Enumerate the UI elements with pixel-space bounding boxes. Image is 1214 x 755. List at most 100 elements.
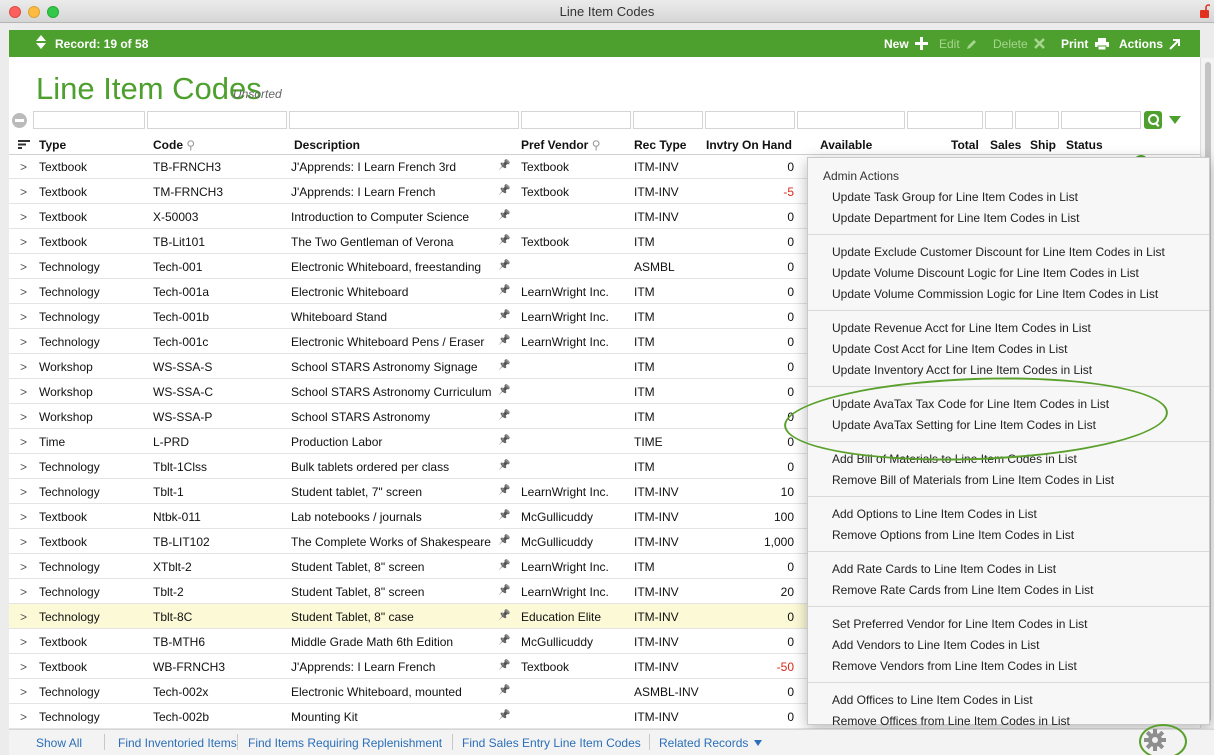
filter-total-field[interactable] xyxy=(907,111,983,129)
gear-icon[interactable] xyxy=(1140,726,1170,754)
filter-ship-field[interactable] xyxy=(1015,111,1059,129)
pin-icon[interactable]: 📌 xyxy=(498,360,510,371)
find-options-triangle-icon[interactable] xyxy=(1169,116,1181,124)
pin-icon[interactable]: 📌 xyxy=(498,285,510,296)
pin-icon[interactable]: 📌 xyxy=(498,660,510,671)
pin-icon[interactable]: 📌 xyxy=(498,160,510,171)
menu-item[interactable]: Set Preferred Vendor for Line Item Codes… xyxy=(832,617,1087,631)
expand-chevron-icon[interactable]: > xyxy=(20,510,27,524)
actions-button[interactable]: Actions xyxy=(1119,37,1181,51)
search-icon[interactable] xyxy=(1144,111,1162,129)
record-up-down-icon[interactable] xyxy=(35,34,47,50)
expand-chevron-icon[interactable]: > xyxy=(20,460,27,474)
filter-code-field[interactable] xyxy=(147,111,287,129)
menu-item[interactable]: Add Rate Cards to Line Item Codes in Lis… xyxy=(832,562,1056,576)
expand-chevron-icon[interactable]: > xyxy=(20,635,27,649)
expand-chevron-icon[interactable]: > xyxy=(20,285,27,299)
filter-available-field[interactable] xyxy=(797,111,905,129)
menu-item[interactable]: Update Revenue Acct for Line Item Codes … xyxy=(832,321,1091,335)
pin-icon[interactable]: 📌 xyxy=(498,410,510,421)
new-button[interactable]: New xyxy=(884,37,929,51)
expand-chevron-icon[interactable]: > xyxy=(20,235,27,249)
expand-chevron-icon[interactable]: > xyxy=(20,610,27,624)
print-button[interactable]: Print xyxy=(1061,37,1109,51)
expand-chevron-icon[interactable]: > xyxy=(20,260,27,274)
filter-rectype-field[interactable] xyxy=(633,111,703,129)
related-records-link[interactable]: Related Records xyxy=(659,736,763,750)
unlock-icon[interactable] xyxy=(1200,4,1210,18)
menu-item[interactable]: Add Offices to Line Item Codes in List xyxy=(832,693,1033,707)
filter-status-field[interactable] xyxy=(1061,111,1141,129)
find-inventoried-items-link[interactable]: Find Inventoried Items xyxy=(118,736,237,750)
menu-item[interactable]: Update Task Group for Line Item Codes in… xyxy=(832,190,1078,204)
menu-item[interactable]: Remove Offices from Line Item Codes in L… xyxy=(832,714,1070,728)
pin-icon[interactable]: 📌 xyxy=(498,235,510,246)
pin-icon[interactable]: 📌 xyxy=(498,260,510,271)
show-all-link[interactable]: Show All xyxy=(36,736,82,750)
expand-chevron-icon[interactable]: > xyxy=(20,385,27,399)
expand-chevron-icon[interactable]: > xyxy=(20,410,27,424)
col-invtry-on-hand[interactable]: Invtry On Hand xyxy=(706,138,792,152)
expand-chevron-icon[interactable]: > xyxy=(20,685,27,699)
menu-item[interactable]: Update Exclude Customer Discount for Lin… xyxy=(832,245,1165,259)
menu-item[interactable]: Add Bill of Materials to Line Item Codes… xyxy=(832,452,1077,466)
find-items-replenishment-link[interactable]: Find Items Requiring Replenishment xyxy=(248,736,442,750)
pin-icon[interactable]: 📌 xyxy=(498,510,510,521)
menu-item[interactable]: Update AvaTax Setting for Line Item Code… xyxy=(832,418,1096,432)
expand-chevron-icon[interactable]: > xyxy=(20,535,27,549)
col-total[interactable]: Total xyxy=(951,138,979,152)
pin-icon[interactable]: 📌 xyxy=(498,710,510,721)
menu-item[interactable]: Remove Vendors from Line Item Codes in L… xyxy=(832,659,1077,673)
pin-icon[interactable]: 📌 xyxy=(498,610,510,621)
pin-icon[interactable]: 📌 xyxy=(498,460,510,471)
filter-description-field[interactable] xyxy=(289,111,519,129)
find-sales-entry-link[interactable]: Find Sales Entry Line Item Codes xyxy=(462,736,641,750)
expand-chevron-icon[interactable]: > xyxy=(20,710,27,724)
expand-chevron-icon[interactable]: > xyxy=(20,210,27,224)
col-pref-vendor[interactable]: Pref Vendor ⚲ xyxy=(521,138,601,152)
menu-item[interactable]: Remove Rate Cards from Line Item Codes i… xyxy=(832,583,1093,597)
filter-vendor-field[interactable] xyxy=(521,111,631,129)
menu-item[interactable]: Update Cost Acct for Line Item Codes in … xyxy=(832,342,1067,356)
filter-onhand-field[interactable] xyxy=(705,111,795,129)
pin-icon[interactable]: 📌 xyxy=(498,560,510,571)
sort-lines-icon[interactable] xyxy=(18,140,30,149)
pin-icon[interactable]: 📌 xyxy=(498,585,510,596)
menu-item[interactable]: Update AvaTax Tax Code for Line Item Cod… xyxy=(832,397,1109,411)
col-code[interactable]: Code ⚲ xyxy=(153,138,195,152)
pin-icon[interactable]: 📌 xyxy=(498,185,510,196)
col-status[interactable]: Status xyxy=(1066,138,1103,152)
edit-button[interactable]: Edit xyxy=(939,37,978,51)
filter-type-field[interactable] xyxy=(33,111,145,129)
col-description[interactable]: Description xyxy=(294,138,360,152)
pin-icon[interactable]: 📌 xyxy=(498,435,510,446)
expand-chevron-icon[interactable]: > xyxy=(20,185,27,199)
pin-icon[interactable]: 📌 xyxy=(498,310,510,321)
pin-icon[interactable]: 📌 xyxy=(498,535,510,546)
pin-icon[interactable]: 📌 xyxy=(498,635,510,646)
menu-item[interactable]: Add Vendors to Line Item Codes in List xyxy=(832,638,1039,652)
pin-icon[interactable]: 📌 xyxy=(498,485,510,496)
menu-item[interactable]: Remove Options from Line Item Codes in L… xyxy=(832,528,1074,542)
pin-icon[interactable]: 📌 xyxy=(498,385,510,396)
expand-chevron-icon[interactable]: > xyxy=(20,335,27,349)
menu-item[interactable]: Update Volume Discount Logic for Line It… xyxy=(832,266,1139,280)
delete-button[interactable]: Delete xyxy=(993,37,1045,51)
pin-icon[interactable]: 📌 xyxy=(498,210,510,221)
menu-item[interactable]: Update Volume Commission Logic for Line … xyxy=(832,287,1158,301)
col-available[interactable]: Available xyxy=(820,138,872,152)
expand-chevron-icon[interactable]: > xyxy=(20,485,27,499)
expand-chevron-icon[interactable]: > xyxy=(20,585,27,599)
expand-chevron-icon[interactable]: > xyxy=(20,160,27,174)
col-type[interactable]: Type xyxy=(39,138,66,152)
expand-chevron-icon[interactable]: > xyxy=(20,360,27,374)
expand-chevron-icon[interactable]: > xyxy=(20,435,27,449)
filter-sales-field[interactable] xyxy=(985,111,1013,129)
omit-icon[interactable] xyxy=(12,113,27,128)
pin-icon[interactable]: 📌 xyxy=(498,335,510,346)
pin-icon[interactable]: 📌 xyxy=(498,685,510,696)
col-rec-type[interactable]: Rec Type xyxy=(634,138,686,152)
col-sales[interactable]: Sales xyxy=(990,138,1021,152)
menu-item[interactable]: Remove Bill of Materials from Line Item … xyxy=(832,473,1114,487)
menu-item[interactable]: Update Department for Line Item Codes in… xyxy=(832,211,1079,225)
